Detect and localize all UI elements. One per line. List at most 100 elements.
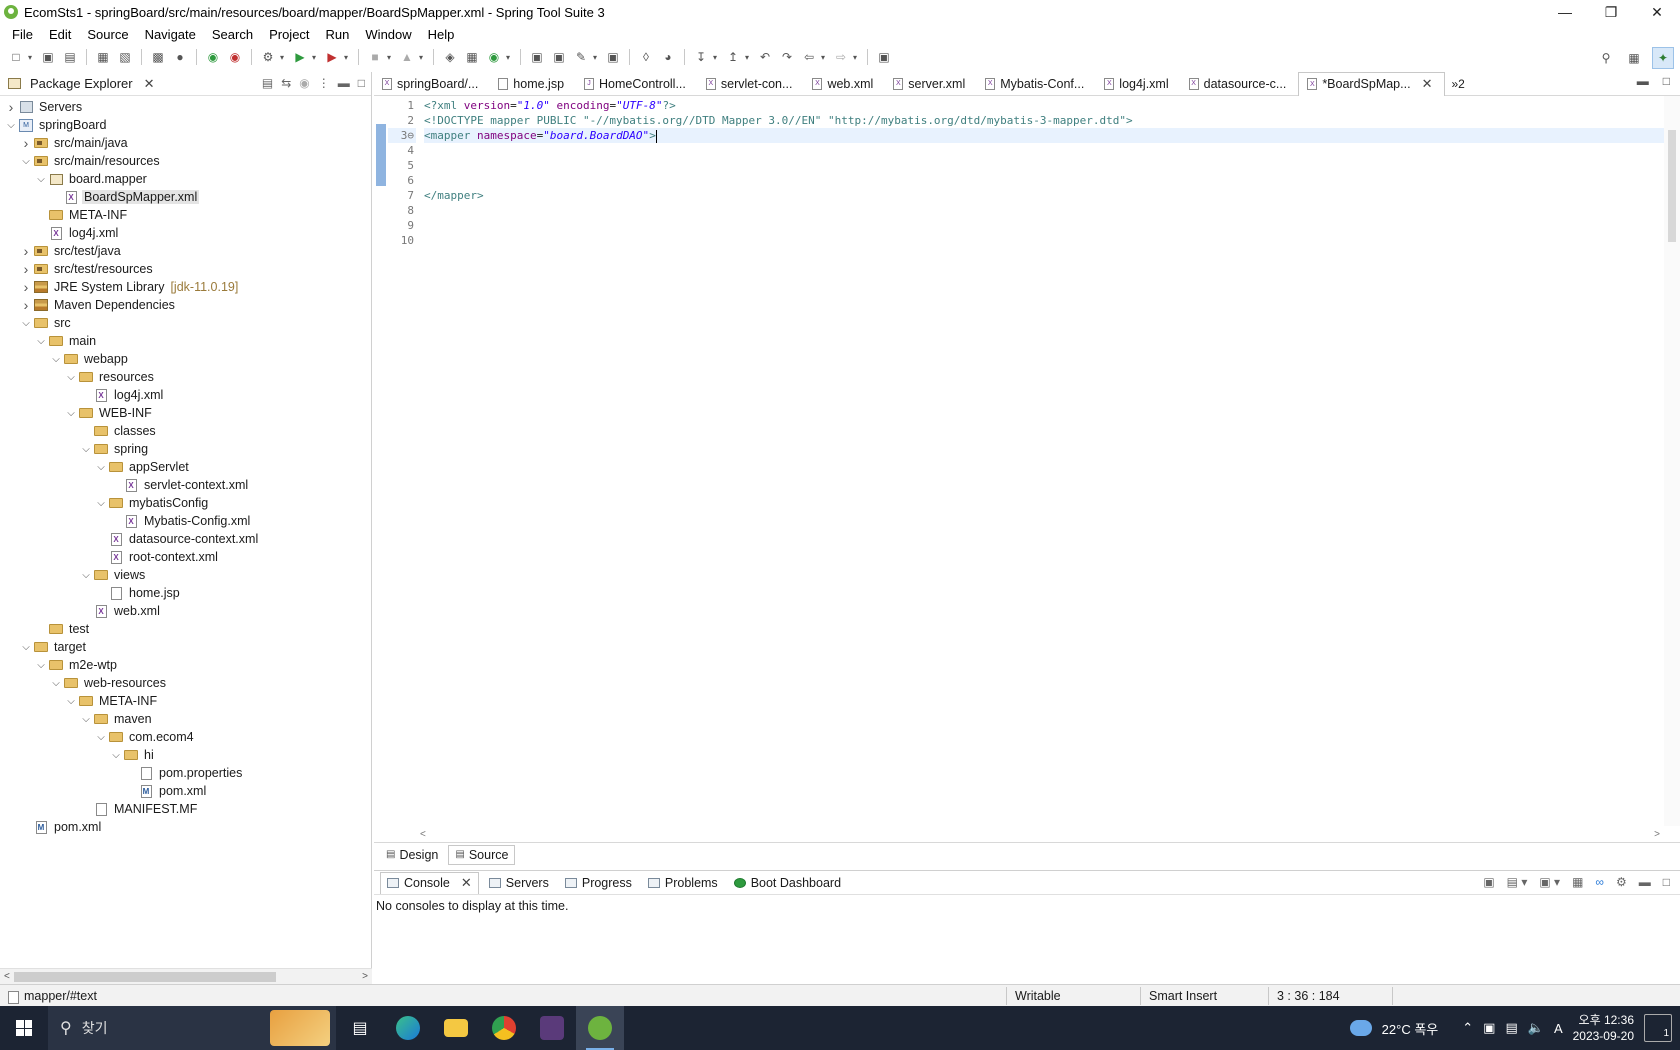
- boot-dashboard-icon[interactable]: ◉: [203, 47, 223, 67]
- new-java-project-icon[interactable]: ◈: [440, 47, 460, 67]
- open-perspective-icon[interactable]: ▦: [1624, 48, 1644, 68]
- link-with-editor-icon[interactable]: ⇆: [281, 76, 291, 90]
- menu-navigate[interactable]: Navigate: [137, 27, 204, 42]
- run-icon[interactable]: ▶: [290, 47, 310, 67]
- expanded-chevron-icon[interactable]: ⌵: [64, 696, 78, 707]
- minimize-editor-icon[interactable]: ▬: [1637, 74, 1649, 88]
- filter-icon[interactable]: ◉: [299, 76, 309, 90]
- display-icon[interactable]: ▤: [1505, 1020, 1517, 1036]
- toggle-mark-icon[interactable]: ◊: [636, 47, 656, 67]
- expanded-chevron-icon[interactable]: ⌵: [49, 678, 63, 689]
- tree-item[interactable]: ⌵ MspringBoard: [0, 116, 371, 134]
- open-type-icon[interactable]: ▦: [93, 47, 113, 67]
- more-tabs-button[interactable]: »2: [1451, 77, 1464, 91]
- show-hidden-icons-icon[interactable]: ⌃: [1462, 1020, 1473, 1036]
- editor-scroll-right-icon[interactable]: >: [1654, 829, 1660, 840]
- editor-scroll-left-icon[interactable]: <: [420, 829, 426, 840]
- close-icon[interactable]: ✕: [461, 875, 472, 891]
- restore-button[interactable]: ❐: [1588, 0, 1634, 24]
- tree-item[interactable]: Xdatasource-context.xml: [0, 530, 371, 548]
- tree-item[interactable]: X BoardSpMapper.xml: [0, 188, 371, 206]
- tree-item[interactable]: ⌵ WEB-INF: [0, 404, 371, 422]
- new-class-dropdown-icon[interactable]: ▾: [506, 53, 514, 62]
- new-dropdown-icon[interactable]: ▾: [28, 53, 36, 62]
- tree-item[interactable]: Xlog4j.xml: [0, 224, 371, 242]
- taskbar-search[interactable]: ⚲ 찾기: [48, 1006, 336, 1050]
- deploy-icon[interactable]: ▲: [397, 47, 417, 67]
- tree-item[interactable]: ⌵ views: [0, 566, 371, 584]
- start-button[interactable]: [0, 1006, 48, 1050]
- open-task-icon[interactable]: ✎: [571, 47, 591, 67]
- tab-problems[interactable]: Problems: [642, 872, 724, 894]
- run-dropdown-icon[interactable]: ▾: [312, 53, 320, 62]
- expanded-chevron-icon[interactable]: ⌵: [79, 570, 93, 581]
- tree-item[interactable]: ⌵ spring: [0, 440, 371, 458]
- editor-tab[interactable]: Xserver.xml: [885, 72, 977, 96]
- editor-tab[interactable]: XspringBoard/...: [374, 72, 490, 96]
- tree-item[interactable]: ⌵ src: [0, 314, 371, 332]
- external-tools-dropdown-icon[interactable]: ▾: [344, 53, 352, 62]
- tree-item[interactable]: ⌵ main: [0, 332, 371, 350]
- tree-item[interactable]: META-INF: [0, 206, 371, 224]
- tree-item[interactable]: ⌵ m2e-wtp: [0, 656, 371, 674]
- tree-item[interactable]: pom.properties: [0, 764, 371, 782]
- menu-file[interactable]: File: [4, 27, 41, 42]
- editor-tab[interactable]: Xweb.xml: [804, 72, 885, 96]
- tree-item[interactable]: Mpom.xml: [0, 818, 371, 836]
- close-icon[interactable]: ✕: [144, 76, 155, 92]
- tree-item[interactable]: › src/test/java: [0, 242, 371, 260]
- menu-source[interactable]: Source: [79, 27, 136, 42]
- stop-dropdown-icon[interactable]: ▾: [387, 53, 395, 62]
- tree-item[interactable]: › src/main/java: [0, 134, 371, 152]
- file-explorer-button[interactable]: [432, 1006, 480, 1050]
- tab-package-explorer[interactable]: Package Explorer ✕: [6, 76, 155, 92]
- editor-tab[interactable]: Xservlet-con...: [698, 72, 805, 96]
- spring-perspective-icon[interactable]: ✦: [1652, 47, 1674, 69]
- minimize-console-icon[interactable]: ▬: [1639, 875, 1651, 889]
- collapsed-chevron-icon[interactable]: ›: [19, 297, 33, 313]
- tree-item[interactable]: Xweb.xml: [0, 602, 371, 620]
- new-icon[interactable]: □: [6, 47, 26, 67]
- volume-icon[interactable]: 🔈: [1528, 1020, 1544, 1036]
- network-icon[interactable]: ▣: [1483, 1020, 1495, 1036]
- next-annotation-dropdown-icon[interactable]: ▾: [713, 53, 721, 62]
- settings-icon[interactable]: ⚙: [1616, 875, 1627, 889]
- open-resource-icon[interactable]: ▧: [115, 47, 135, 67]
- prev-annotation-dropdown-icon[interactable]: ▾: [745, 53, 753, 62]
- editor-hscroll[interactable]: < >: [416, 826, 1664, 842]
- expanded-chevron-icon[interactable]: ⌵: [79, 444, 93, 455]
- tree-item[interactable]: Xroot-context.xml: [0, 548, 371, 566]
- menu-window[interactable]: Window: [357, 27, 419, 42]
- forward-dropdown-icon[interactable]: ▾: [853, 53, 861, 62]
- open-console-icon[interactable]: ▣ ▾: [1539, 875, 1560, 889]
- open-folder-icon[interactable]: ▣: [527, 47, 547, 67]
- expanded-chevron-icon[interactable]: ⌵: [19, 156, 33, 167]
- tree-item[interactable]: classes: [0, 422, 371, 440]
- chrome-button[interactable]: [480, 1006, 528, 1050]
- code-text[interactable]: <?xml version="1.0" encoding="UTF-8"?> <…: [416, 96, 1680, 826]
- tree-item[interactable]: ⌵ META-INF: [0, 692, 371, 710]
- collapsed-chevron-icon[interactable]: ›: [19, 279, 33, 295]
- collapse-all-icon[interactable]: ▤: [262, 76, 273, 90]
- debug-icon[interactable]: ⚙: [258, 47, 278, 67]
- tree-item[interactable]: ⌵ hi: [0, 746, 371, 764]
- maximize-view-icon[interactable]: □: [358, 76, 365, 90]
- weather-text[interactable]: 22°C 폭우: [1382, 1019, 1439, 1038]
- pin-editor-icon[interactable]: ▣: [874, 47, 894, 67]
- tree-item[interactable]: ⌵ web-resources: [0, 674, 371, 692]
- prev-annotation-icon[interactable]: ↥: [723, 47, 743, 67]
- edge-button[interactable]: [384, 1006, 432, 1050]
- expanded-chevron-icon[interactable]: ⌵: [109, 750, 123, 761]
- tree-item[interactable]: MANIFEST.MF: [0, 800, 371, 818]
- tab-design[interactable]: ▤ Design: [380, 845, 444, 865]
- game-app-button[interactable]: [528, 1006, 576, 1050]
- notification-center-button[interactable]: 1: [1644, 1014, 1672, 1042]
- editor-vscroll[interactable]: [1664, 96, 1680, 826]
- save-all-icon[interactable]: ▤: [60, 47, 80, 67]
- menu-search[interactable]: Search: [204, 27, 261, 42]
- expanded-chevron-icon[interactable]: ⌵: [94, 462, 108, 473]
- scroll-right-icon[interactable]: >: [362, 971, 368, 982]
- expanded-chevron-icon[interactable]: ⌵: [79, 714, 93, 725]
- tree-item[interactable]: Xlog4j.xml: [0, 386, 371, 404]
- maximize-console-icon[interactable]: □: [1663, 875, 1670, 889]
